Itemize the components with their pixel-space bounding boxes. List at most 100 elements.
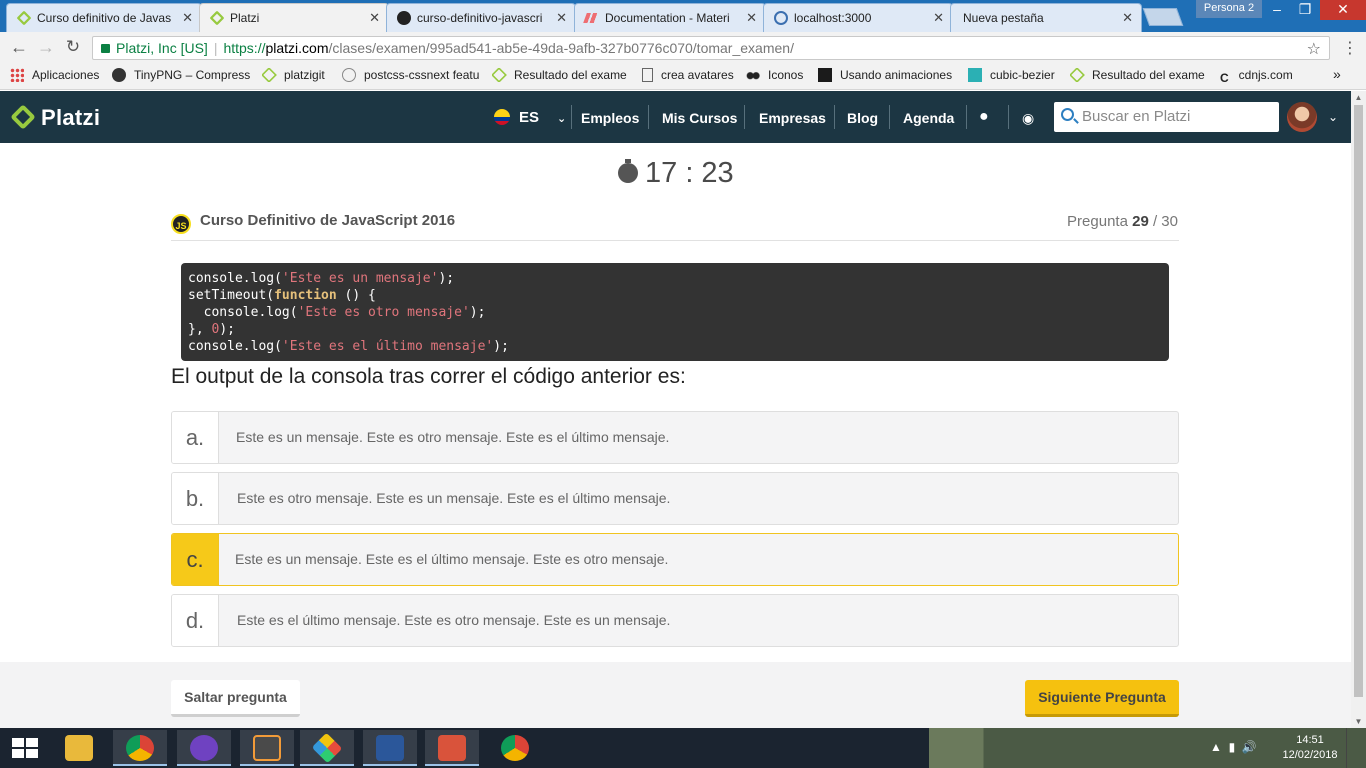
page-scrollbar[interactable]: ▲ ▼ bbox=[1351, 91, 1366, 728]
code-token: console.log( bbox=[188, 305, 298, 320]
chevron-down-icon[interactable]: ⌄ bbox=[1328, 110, 1338, 124]
nav-empresas[interactable]: Empresas bbox=[759, 110, 826, 126]
bookmark-label: TinyPNG – Compress bbox=[134, 68, 250, 82]
platzi-icon bbox=[262, 68, 277, 82]
browser-menu-icon[interactable]: ⋮ bbox=[1340, 38, 1360, 58]
browser-tab-active[interactable]: Platzi ✕ bbox=[199, 3, 389, 32]
close-window-icon[interactable]: ✕ bbox=[1320, 0, 1366, 20]
skip-question-button[interactable]: Saltar pregunta bbox=[171, 680, 300, 717]
browser-tab[interactable]: Nueva pestaña ✕ bbox=[950, 3, 1142, 32]
url-scheme: https:// bbox=[223, 40, 266, 56]
bookmark-item[interactable]: TinyPNG – Compress bbox=[112, 68, 250, 82]
bookmark-item[interactable]: Ccdnjs.com bbox=[1220, 68, 1310, 85]
scrollbar-thumb[interactable] bbox=[1354, 105, 1363, 697]
answer-option-b[interactable]: b. Este es otro mensaje. Este es un mens… bbox=[171, 472, 1179, 525]
reload-icon[interactable]: ↻ bbox=[62, 37, 84, 57]
close-tab-icon[interactable]: ✕ bbox=[182, 10, 193, 26]
system-tray[interactable]: ▲ ▮ 🔊 bbox=[1210, 740, 1257, 754]
tab-label: Documentation - Materi bbox=[605, 11, 730, 25]
answer-option-a[interactable]: a. Este es un mensaje. Este es otro mens… bbox=[171, 411, 1179, 464]
minimize-icon[interactable]: – bbox=[1262, 0, 1292, 20]
bookmark-item[interactable]: crea avatares bbox=[642, 68, 738, 82]
language-label: ES bbox=[519, 109, 540, 126]
next-question-button[interactable]: Siguiente Pregunta bbox=[1025, 680, 1179, 717]
sublime-text-taskbar-icon[interactable] bbox=[240, 730, 294, 766]
bookmark-item[interactable]: Iconos bbox=[746, 68, 810, 82]
browser-tab[interactable]: Documentation - Materi ✕ bbox=[574, 3, 766, 32]
javascript-icon: JS bbox=[171, 214, 191, 234]
forward-icon[interactable]: → bbox=[35, 37, 57, 58]
bookmark-item[interactable]: platzigit bbox=[262, 68, 334, 82]
bookmark-item[interactable]: Resultado del exame bbox=[1070, 68, 1208, 82]
bookmark-item[interactable]: cubic-bezier bbox=[968, 68, 1060, 82]
bookmark-label: Usando animaciones bbox=[840, 68, 953, 82]
windows-start-icon[interactable] bbox=[12, 738, 38, 758]
github-desktop-taskbar-icon[interactable] bbox=[177, 730, 231, 766]
close-tab-icon[interactable]: ✕ bbox=[933, 10, 944, 26]
scroll-down-icon[interactable]: ▼ bbox=[1351, 717, 1366, 726]
option-text: Este es un mensaje. Este es el último me… bbox=[235, 551, 669, 567]
option-text: Este es el último mensaje. Este es otro … bbox=[237, 612, 671, 628]
code-block: console.log('Este es un mensaje'); setTi… bbox=[181, 263, 1169, 361]
close-tab-icon[interactable]: ✕ bbox=[556, 10, 567, 26]
avatar[interactable] bbox=[1287, 102, 1317, 132]
url-path: /clases/examen/995ad541-ab5e-49da-9afb-3… bbox=[328, 40, 794, 56]
browser-tab[interactable]: curso-definitivo-javascri ✕ bbox=[386, 3, 576, 32]
code-token: function bbox=[274, 288, 337, 303]
notifications-icon[interactable]: ◉ bbox=[1022, 110, 1034, 127]
more-bookmarks-icon[interactable]: » bbox=[1333, 66, 1341, 82]
logo-text: Platzi bbox=[41, 105, 101, 130]
nav-empleos[interactable]: Empleos bbox=[581, 110, 639, 126]
answer-option-d[interactable]: d. Este es el último mensaje. Este es ot… bbox=[171, 594, 1179, 647]
back-icon[interactable]: ← bbox=[8, 37, 30, 58]
nav-mis-cursos[interactable]: Mis Cursos bbox=[662, 110, 737, 126]
chrome-taskbar-icon[interactable] bbox=[113, 730, 167, 766]
file-explorer-taskbar-icon[interactable] bbox=[52, 730, 106, 766]
bezier-icon bbox=[968, 68, 982, 82]
code-token: ); bbox=[219, 322, 235, 337]
bookmark-label: cubic-bezier bbox=[990, 68, 1055, 82]
option-letter: d. bbox=[172, 595, 219, 646]
git-gui-taskbar-icon[interactable] bbox=[300, 730, 354, 766]
language-selector[interactable]: ES ⌄ bbox=[494, 109, 566, 126]
taskbar-clock[interactable]: 14:51 12/02/2018 bbox=[1282, 733, 1338, 763]
answer-option-c[interactable]: c. Este es un mensaje. Este es el último… bbox=[171, 533, 1179, 586]
clock-time: 14:51 bbox=[1296, 734, 1324, 746]
bookmark-apps[interactable]: Aplicaciones bbox=[10, 68, 106, 82]
chat-bubble-icon[interactable]: ● bbox=[979, 108, 989, 126]
platzi-icon bbox=[492, 68, 507, 82]
volume-icon[interactable]: 🔊 bbox=[1242, 740, 1257, 754]
tab-label: curso-definitivo-javascri bbox=[417, 11, 543, 25]
bookmark-star-icon[interactable]: ☆ bbox=[1307, 39, 1321, 59]
bookmark-item[interactable]: postcss-cssnext featu bbox=[342, 68, 480, 82]
browser-tab[interactable]: localhost:3000 ✕ bbox=[763, 3, 953, 32]
chrome-taskbar-icon[interactable] bbox=[488, 730, 542, 766]
course-title: JS Curso Definitivo de JavaScript 2016 bbox=[171, 212, 455, 234]
bookmark-item[interactable]: Resultado del exame bbox=[492, 68, 628, 82]
security-label: Platzi, Inc [US] bbox=[116, 40, 208, 56]
close-tab-icon[interactable]: ✕ bbox=[1122, 10, 1133, 26]
nav-blog[interactable]: Blog bbox=[847, 110, 878, 126]
bookmark-label: Iconos bbox=[768, 68, 804, 82]
address-bar[interactable]: Platzi, Inc [US] | https://platzi.com/clas… bbox=[92, 36, 1330, 60]
scroll-up-icon[interactable]: ▲ bbox=[1351, 93, 1366, 102]
profile-button[interactable]: Persona 2 bbox=[1196, 0, 1262, 18]
restore-icon[interactable]: ❐ bbox=[1290, 0, 1320, 20]
platzi-logo[interactable]: Platzi bbox=[10, 104, 101, 131]
word-taskbar-icon[interactable] bbox=[363, 730, 417, 766]
bookmark-item[interactable]: Usando animaciones bbox=[818, 68, 956, 82]
close-tab-icon[interactable]: ✕ bbox=[369, 10, 380, 26]
code-token: ); bbox=[493, 339, 509, 354]
close-tab-icon[interactable]: ✕ bbox=[746, 10, 757, 26]
people-taskbar-icon[interactable] bbox=[425, 730, 479, 766]
show-desktop-button[interactable] bbox=[1346, 728, 1366, 768]
new-tab-button[interactable] bbox=[1142, 8, 1184, 26]
github-icon bbox=[397, 11, 411, 25]
browser-tab[interactable]: Curso definitivo de Javas ✕ bbox=[6, 3, 202, 32]
option-text: Este es otro mensaje. Este es un mensaje… bbox=[237, 490, 671, 506]
code-token: 'Este es un mensaje' bbox=[281, 271, 439, 286]
show-hidden-icons-icon[interactable]: ▲ bbox=[1210, 740, 1222, 754]
search-input[interactable]: Buscar en Platzi bbox=[1054, 102, 1279, 132]
battery-icon[interactable]: ▮ bbox=[1229, 740, 1236, 754]
nav-agenda[interactable]: Agenda bbox=[903, 110, 954, 126]
